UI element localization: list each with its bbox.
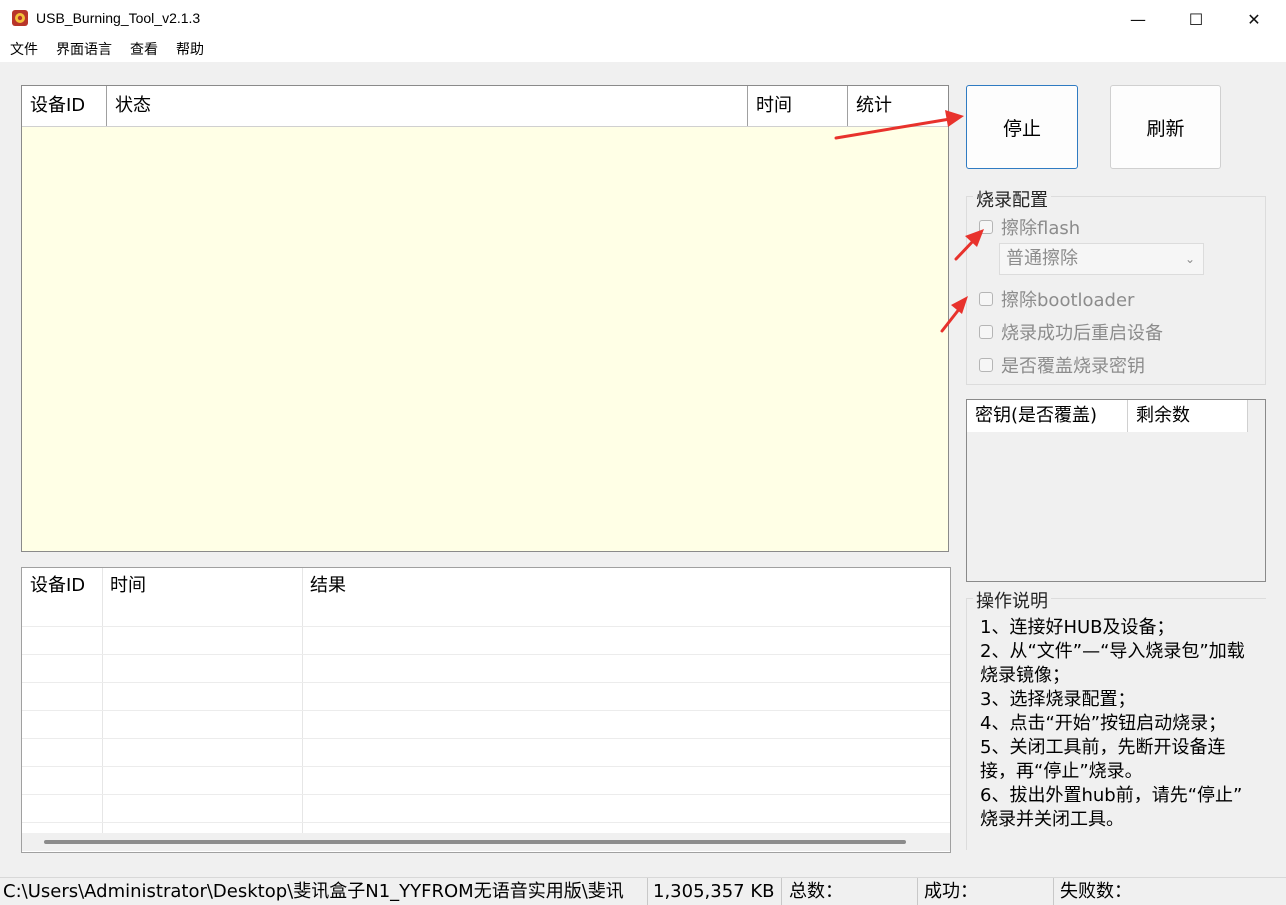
app-icon [12,10,28,26]
close-button[interactable]: ✕ [1225,0,1283,38]
row-divider [22,738,950,739]
instruction-line: 1、连接好HUB及设备； [980,617,1175,638]
instruction-line: 3、选择烧录配置； [980,689,1136,710]
row-divider [22,794,950,795]
status-total: 总数： [789,881,843,902]
menu-view[interactable]: 查看 [120,38,166,62]
row-divider [22,766,950,767]
instruction-line: 2、从“文件”—“导入烧录包”加载 [980,641,1245,662]
instruction-line: 4、点击“开始”按钮启动烧录； [980,713,1227,734]
status-divider [1053,878,1054,905]
row-divider [22,654,950,655]
log-table[interactable]: 设备ID 时间 结果 [21,567,951,853]
title-bar: USB_Burning_Tool_v2.1.3 — ☐ ✕ [0,0,1286,38]
overwrite-key-label: 是否覆盖烧录密钥 [1001,356,1145,377]
column-device-id[interactable]: 设备ID [22,86,107,126]
maximize-icon: ☐ [1188,9,1204,29]
row-divider [22,682,950,683]
erase-bootloader-label: 擦除bootloader [1001,290,1135,311]
column-remaining[interactable]: 剩余数 [1128,400,1248,432]
menu-bar: 文件 界面语言 查看 帮助 [0,38,1286,62]
minimize-button[interactable]: — [1109,0,1167,38]
column-time[interactable]: 时间 [748,86,848,126]
refresh-button[interactable]: 刷新 [1110,85,1221,169]
scrollbar-thumb[interactable] [44,840,906,844]
chevron-down-icon: ⌄ [1184,252,1195,266]
erase-mode-select[interactable]: 普通擦除 ⌄ [999,243,1204,275]
column-key[interactable]: 密钥(是否覆盖) [967,400,1128,432]
erase-mode-value: 普通擦除 [1006,248,1078,269]
checkbox-box [979,325,993,339]
erase-bootloader-checkbox[interactable]: 擦除bootloader [979,286,1134,312]
status-divider [917,878,918,905]
status-divider [781,878,782,905]
instruction-line: 烧录镜像； [980,665,1070,686]
close-icon: ✕ [1247,9,1261,29]
overwrite-key-checkbox[interactable]: 是否覆盖烧录密钥 [979,352,1145,378]
column-device-id[interactable]: 设备ID [22,568,102,604]
status-divider [647,878,648,905]
maximize-button[interactable]: ☐ [1167,0,1225,38]
column-status[interactable]: 状态 [107,86,748,126]
reboot-after-label: 烧录成功后重启设备 [1001,323,1163,344]
menu-file[interactable]: 文件 [0,38,46,62]
instructions-title: 操作说明 [973,587,1051,613]
status-success: 成功： [924,881,978,902]
instruction-line: 接，再“停止”烧录。 [980,761,1143,782]
instruction-line: 5、关闭工具前，先断开设备连 [980,737,1226,758]
status-fail: 失败数： [1060,881,1132,902]
instruction-line: 烧录并关闭工具。 [980,809,1124,830]
horizontal-scrollbar[interactable] [22,833,950,851]
column-stats[interactable]: 统计 [848,86,948,126]
minimize-icon: — [1130,9,1146,29]
device-table-header: 设备ID 状态 时间 统计 [22,86,948,127]
stop-button[interactable]: 停止 [966,85,1078,169]
menu-help[interactable]: 帮助 [166,38,212,62]
status-path: C:\Users\Administrator\Desktop\斐讯盒子N1_YY… [3,881,624,902]
window-title: USB_Burning_Tool_v2.1.3 [36,10,201,26]
instruction-line: 6、拔出外置hub前，请先“停止” [980,785,1243,806]
erase-flash-label: 擦除flash [1001,218,1081,239]
row-divider [22,822,950,823]
checkbox-box [979,358,993,372]
key-table[interactable]: 密钥(是否覆盖) 剩余数 [966,399,1266,582]
erase-flash-checkbox[interactable]: 擦除flash [979,214,1080,240]
checkbox-box [979,292,993,306]
column-result[interactable]: 结果 [302,568,942,604]
column-time[interactable]: 时间 [102,568,302,604]
row-divider [22,710,950,711]
menu-language[interactable]: 界面语言 [46,38,120,62]
checkbox-box [979,220,993,234]
key-table-header: 密钥(是否覆盖) 剩余数 [967,400,1248,432]
device-table[interactable]: 设备ID 状态 时间 统计 [21,85,949,552]
burn-config-title: 烧录配置 [973,186,1051,212]
reboot-after-checkbox[interactable]: 烧录成功后重启设备 [979,319,1163,345]
status-bar: C:\Users\Administrator\Desktop\斐讯盒子N1_YY… [0,877,1286,905]
instructions-text: 1、连接好HUB及设备； 2、从“文件”—“导入烧录包”加载 烧录镜像； 3、选… [980,616,1270,832]
status-size: 1,305,357 KB [653,881,775,902]
row-divider [22,626,950,627]
